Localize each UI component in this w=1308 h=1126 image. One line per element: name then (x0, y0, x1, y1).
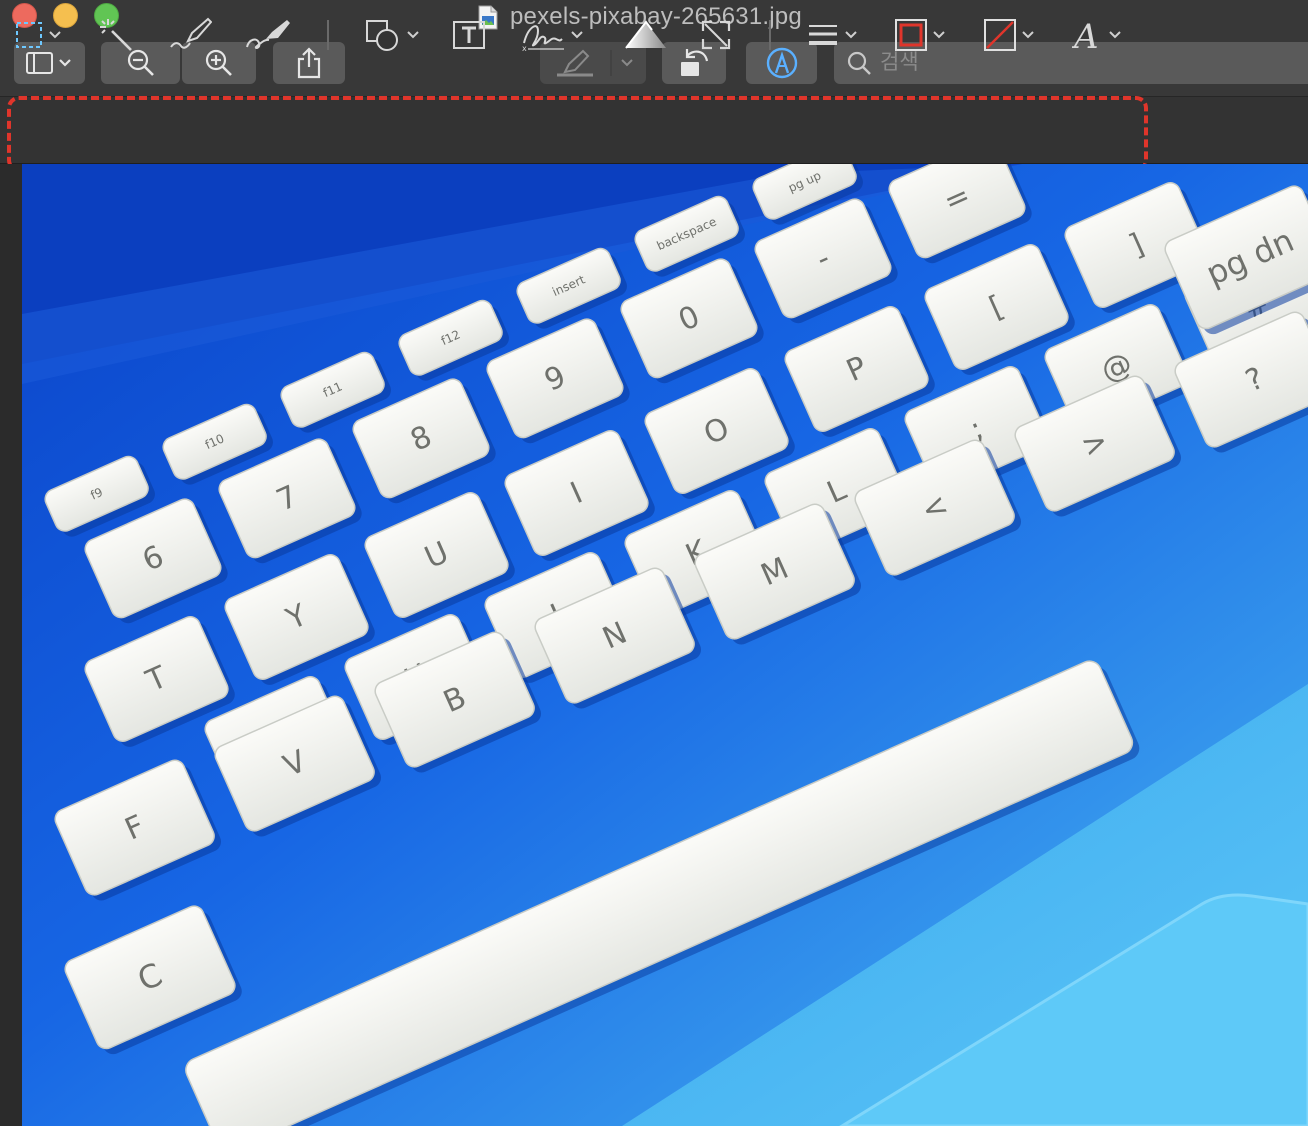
shapes-tool[interactable] (364, 16, 420, 54)
adjust-size-tool[interactable] (700, 16, 732, 54)
signature-icon: x (522, 25, 564, 53)
chevron-down-icon (1022, 31, 1034, 39)
text-style-tool[interactable]: A (1072, 16, 1122, 54)
keyboard-image: f9f10f11f12insertbackspacepg up67890-=TY… (22, 164, 1308, 1126)
toolbar-separator (327, 20, 329, 50)
chevron-down-icon (407, 31, 419, 39)
chevron-down-icon (845, 31, 857, 39)
text-tool[interactable] (451, 16, 487, 54)
sketch-pen-icon (170, 17, 212, 49)
text-box-icon (453, 21, 485, 49)
shape-style-tool[interactable] (806, 16, 858, 54)
instant-alpha-tool[interactable] (98, 16, 134, 54)
rectangular-selection-tool[interactable] (14, 16, 62, 54)
border-color-icon (895, 19, 927, 51)
sign-tool[interactable]: x (520, 16, 584, 54)
chevron-down-icon (933, 31, 945, 39)
markup-toolbar (0, 96, 1308, 164)
sketch-tool[interactable] (168, 16, 212, 54)
markup-pen-circle-icon (766, 47, 797, 79)
shapes-icon (366, 20, 398, 51)
svg-text:x: x (522, 44, 527, 53)
keyboard-photo: f9 f10 f11 f12 insert backspace pg up 6 7 8 9 0- = T Y… (22, 164, 1308, 1126)
magic-wand-icon (100, 19, 132, 51)
chevron-down-icon (49, 31, 61, 39)
image-viewer: f9 f10 f11 f12 insert backspace pg up 6 7 8 9 0- = T Y… (0, 164, 1308, 1126)
adjust-color-tool[interactable] (622, 16, 670, 54)
fill-color-icon (984, 19, 1016, 51)
border-color-tool[interactable] (894, 16, 946, 54)
fill-color-tool[interactable] (983, 16, 1035, 54)
search-input[interactable] (880, 51, 1280, 75)
text-style-icon: A (1072, 18, 1099, 52)
toolbar-separator (769, 20, 771, 50)
draw-pen-icon (246, 20, 290, 49)
share-icon (297, 47, 321, 79)
line-weight-icon (809, 25, 837, 45)
prism-icon (625, 20, 666, 49)
chevron-down-icon (571, 31, 583, 39)
svg-text:A: A (1072, 18, 1099, 52)
resize-icon (701, 20, 731, 50)
draw-tool[interactable] (244, 16, 292, 54)
chevron-down-icon (1109, 31, 1121, 39)
rectangle-selection-icon (16, 22, 42, 48)
